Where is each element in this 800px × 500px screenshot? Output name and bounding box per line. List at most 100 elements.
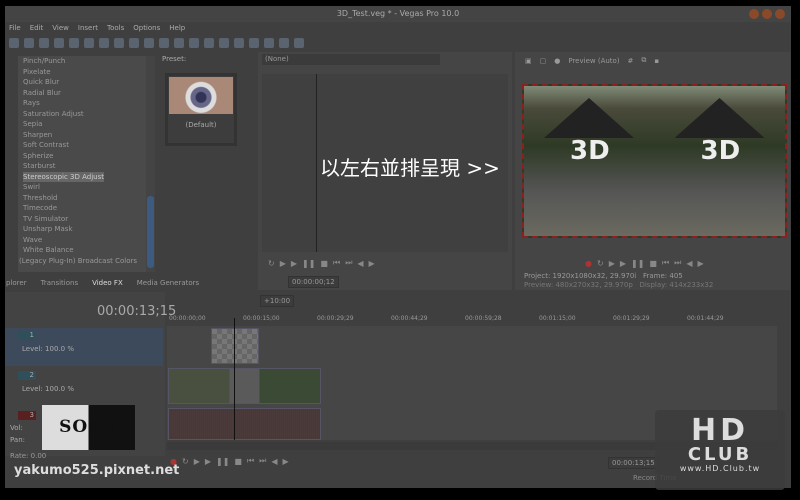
properties-icon[interactable] [84,38,94,48]
next-frame-icon[interactable]: ▶ [283,457,289,466]
trimmer-media-dropdown[interactable]: (None) [262,54,440,65]
go-end-icon[interactable]: ⏭ [674,258,681,268]
fx-item[interactable]: Pinch/Punch [23,56,146,67]
go-end-icon[interactable]: ⏭ [345,258,352,268]
timeline-cursor[interactable] [234,318,235,440]
play-from-start-icon[interactable]: ▶ [194,457,200,466]
record-icon[interactable]: ● [585,259,592,268]
tab-explorer[interactable]: plorer [6,277,27,290]
menu-edit[interactable]: Edit [30,22,44,34]
preset-default[interactable]: (Default) [165,73,237,146]
paste-icon[interactable] [129,38,139,48]
redo-icon[interactable] [159,38,169,48]
help-icon[interactable] [294,38,304,48]
fx-item[interactable]: (Legacy Plug-In) Broadcast Colors [19,256,146,267]
tab-transitions[interactable]: Transitions [41,277,79,290]
tab-video-fx[interactable]: Video FX [92,277,123,290]
fx-item[interactable]: Sepia [23,119,146,130]
overlays-icon[interactable]: # [628,57,634,65]
timeline-ruler[interactable]: 00:00:00;00 00:00:15;00 00:00:29;29 00:0… [167,310,777,326]
save-snapshot-icon[interactable]: ▪ [654,57,659,65]
menu-insert[interactable]: Insert [78,22,98,34]
new-icon[interactable] [9,38,19,48]
ripple-icon[interactable] [204,38,214,48]
fx-item[interactable]: Sharpen [23,130,146,141]
prev-frame-icon[interactable]: ◀ [357,259,363,268]
save-icon[interactable] [39,38,49,48]
menu-view[interactable]: View [52,22,69,34]
menu-help[interactable]: Help [169,22,185,34]
pause-icon[interactable]: ❚❚ [216,457,229,466]
maximize-button[interactable] [762,9,772,19]
scroll-thumb[interactable] [147,196,154,268]
track-2-video[interactable]: 2 Level: 100.0 % [5,368,163,406]
fx-item[interactable]: Radial Blur [23,88,146,99]
go-start-icon[interactable]: ⏮ [662,258,669,268]
fx-item[interactable]: Swirl [23,182,146,193]
normal-edit-tool-icon[interactable] [234,38,244,48]
open-icon[interactable] [24,38,34,48]
fx-item[interactable]: Soft Contrast [23,140,146,151]
snap-icon[interactable] [174,38,184,48]
play-from-start-icon[interactable]: ▶ [280,259,286,268]
close-button[interactable] [775,9,785,19]
menu-tools[interactable]: Tools [107,22,124,34]
copy-icon[interactable] [114,38,124,48]
stop-icon[interactable]: ■ [234,457,242,466]
undo-icon[interactable] [144,38,154,48]
preview-fx-icon[interactable]: ● [554,57,560,65]
loop-icon[interactable]: ↻ [268,259,275,268]
preview-quality-dropdown[interactable]: Preview (Auto) [568,57,619,65]
save-as-icon[interactable] [54,38,64,48]
tab-media-generators[interactable]: Media Generators [137,277,199,290]
go-start-icon[interactable]: ⏮ [333,258,340,268]
fx-item[interactable]: Starburst [23,161,146,172]
next-frame-icon[interactable]: ▶ [369,259,375,268]
fx-item[interactable]: TV Simulator [23,214,146,225]
fx-item[interactable]: Spherize [23,151,146,162]
auto-crossfade-icon[interactable] [189,38,199,48]
selection-tool-icon[interactable] [264,38,274,48]
fx-item-selected[interactable]: Stereoscopic 3D Adjust [23,171,104,182]
fx-list-scrollbar[interactable] [146,56,155,272]
stop-icon[interactable]: ■ [320,259,328,268]
lock-envelope-icon[interactable] [219,38,229,48]
menu-options[interactable]: Options [133,22,160,34]
fx-item[interactable]: Saturation Adjust [23,109,146,120]
audio-clip[interactable] [168,408,321,440]
track-1-video[interactable]: 1 Level: 100.0 % [5,328,163,366]
prev-frame-icon[interactable]: ◀ [271,457,277,466]
video-clip[interactable] [168,368,321,404]
fx-item[interactable]: White Balance [23,245,146,256]
cut-icon[interactable] [99,38,109,48]
3d-text-clip[interactable] [211,328,259,364]
fx-item[interactable]: Unsharp Mask [23,224,146,235]
minimize-button[interactable] [749,9,759,19]
fx-item[interactable]: Threshold [23,193,146,204]
play-icon[interactable]: ▶ [620,259,626,268]
fx-item[interactable]: Quick Blur [23,77,146,88]
next-frame-icon[interactable]: ▶ [698,259,704,268]
loop-icon[interactable]: ↻ [182,457,189,466]
external-monitor-icon[interactable]: ▢ [540,57,547,65]
pause-icon[interactable]: ❚❚ [631,259,644,268]
fx-item[interactable]: Rays [23,98,146,109]
go-end-icon[interactable]: ⏭ [259,456,266,466]
fx-item[interactable]: Pixelate [23,67,146,78]
copy-snapshot-icon[interactable]: ⧉ [641,56,646,65]
play-from-start-icon[interactable]: ▶ [609,259,615,268]
play-icon[interactable]: ▶ [291,259,297,268]
project-properties-icon[interactable]: ▣ [525,57,532,65]
fx-item[interactable]: Timecode [23,203,146,214]
play-icon[interactable]: ▶ [205,457,211,466]
prev-frame-icon[interactable]: ◀ [686,259,692,268]
stop-icon[interactable]: ■ [649,259,657,268]
zoom-tool-icon[interactable] [279,38,289,48]
envelope-tool-icon[interactable] [249,38,259,48]
fx-item[interactable]: Wave [23,235,146,246]
go-start-icon[interactable]: ⏮ [247,456,254,466]
menu-file[interactable]: File [9,22,21,34]
loop-icon[interactable]: ↻ [597,259,604,268]
render-icon[interactable] [69,38,79,48]
pause-icon[interactable]: ❚❚ [302,259,315,268]
